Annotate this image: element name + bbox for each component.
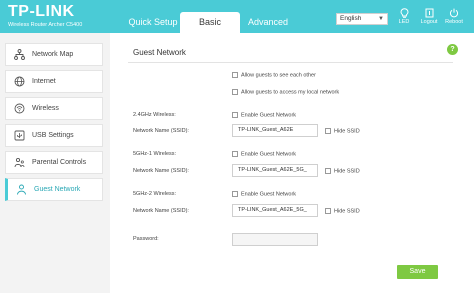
sidebar-item-guest-network[interactable]: Guest Network [5,178,103,201]
band-5-1-label: 5GHz-1 Wireless: [133,151,177,157]
top-header: TP-LINK Wireless Router Archer C5400 Qui… [0,0,474,33]
sidebar-item-label: Network Map [32,51,74,58]
password-input[interactable] [232,233,318,246]
led-button[interactable]: LED [393,8,415,25]
checkbox-label: Hide SSID [334,128,360,135]
language-select[interactable]: English ▼ [336,13,388,25]
band-24-label: 2.4GHz Wireless: [133,112,176,118]
sidebar-item-label: Wireless [32,105,59,112]
enable-guest-5-1-checkbox[interactable]: Enable Guest Network [232,151,296,158]
reboot-button[interactable]: Reboot [443,8,465,25]
ssid-5-1-label: Network Name (SSID): [133,168,189,174]
hide-ssid-5-1-checkbox[interactable]: Hide SSID [325,168,360,175]
led-label: LED [398,19,410,25]
checkbox-box [325,168,331,174]
ssid-24-label: Network Name (SSID): [133,128,189,134]
sidebar-item-label: Parental Controls [32,159,87,166]
reboot-label: Reboot [445,19,463,25]
led-icon [399,8,409,18]
checkbox-label: Enable Guest Network [241,191,297,198]
sidebar-item-parental-controls[interactable]: Parental Controls [5,151,103,174]
checkbox-label: Hide SSID [334,168,360,175]
checkbox-label: Allow guests to access my local network [241,89,340,96]
hide-ssid-5-2-checkbox[interactable]: Hide SSID [325,208,360,215]
parental-icon [14,157,25,168]
save-button[interactable]: Save [397,265,438,279]
checkbox-label: Hide SSID [334,208,360,215]
language-value: English [340,15,362,22]
tab-advanced[interactable]: Advanced [240,12,296,33]
sidebar-item-label: USB Settings [32,132,74,139]
tab-quick-setup[interactable]: Quick Setup [118,12,188,33]
checkbox-label: Enable Guest Network [241,112,297,119]
checkbox-label: Allow guests to see each other [241,72,316,79]
tab-basic[interactable]: Basic [180,12,240,33]
checkbox-label: Enable Guest Network [241,151,297,158]
allow-see-each-other-checkbox[interactable]: Allow guests to see each other [232,72,316,79]
checkbox-box [232,151,238,157]
divider [128,62,453,63]
network-map-icon [14,49,25,60]
sidebar-item-wireless[interactable]: Wireless [5,97,103,120]
sidebar-item-network-map[interactable]: Network Map [5,43,103,66]
ssid-5-2-input[interactable]: TP-LINK_Guest_A62E_5G_ [232,204,318,217]
model-name: Wireless Router Archer C5400 [8,22,83,28]
ssid-5-1-input[interactable]: TP-LINK_Guest_A62E_5G_ [232,164,318,177]
brand: TP-LINK Wireless Router Archer C5400 [8,3,82,28]
wifi-icon [14,103,25,114]
enable-guest-5-2-checkbox[interactable]: Enable Guest Network [232,191,296,198]
reboot-icon [449,8,459,18]
ssid-24-input[interactable]: TP-LINK_Guest_A62E [232,124,318,137]
checkbox-box [232,191,238,197]
help-icon[interactable]: ? [447,44,458,55]
checkbox-box [232,89,238,95]
logout-label: Logout [420,19,438,25]
sidebar-item-internet[interactable]: Internet [5,70,103,93]
guest-icon [17,184,26,195]
logout-icon [425,8,433,18]
sidebar-item-usb-settings[interactable]: USB Settings [5,124,103,147]
usb-icon [14,130,25,141]
checkbox-box [232,112,238,118]
sidebar-item-label: Guest Network [34,186,81,193]
logout-button[interactable]: Logout [418,8,440,25]
hide-ssid-24-checkbox[interactable]: Hide SSID [325,128,360,135]
page-title: Guest Network [133,48,186,57]
sidebar: Network Map Internet Wireless USB Settin… [0,33,110,293]
checkbox-box [325,208,331,214]
enable-guest-24-checkbox[interactable]: Enable Guest Network [232,112,296,119]
allow-local-network-checkbox[interactable]: Allow guests to access my local network [232,89,339,96]
sidebar-item-label: Internet [32,78,56,85]
globe-icon [14,76,25,87]
checkbox-box [325,128,331,134]
password-label: Password: [133,236,159,242]
main-content: Guest Network ? Allow guests to see each… [120,40,464,293]
checkbox-box [232,72,238,78]
band-5-2-label: 5GHz-2 Wireless: [133,191,177,197]
ssid-5-2-label: Network Name (SSID): [133,208,189,214]
brand-logo: TP-LINK [8,3,75,20]
chevron-down-icon: ▼ [378,16,384,22]
